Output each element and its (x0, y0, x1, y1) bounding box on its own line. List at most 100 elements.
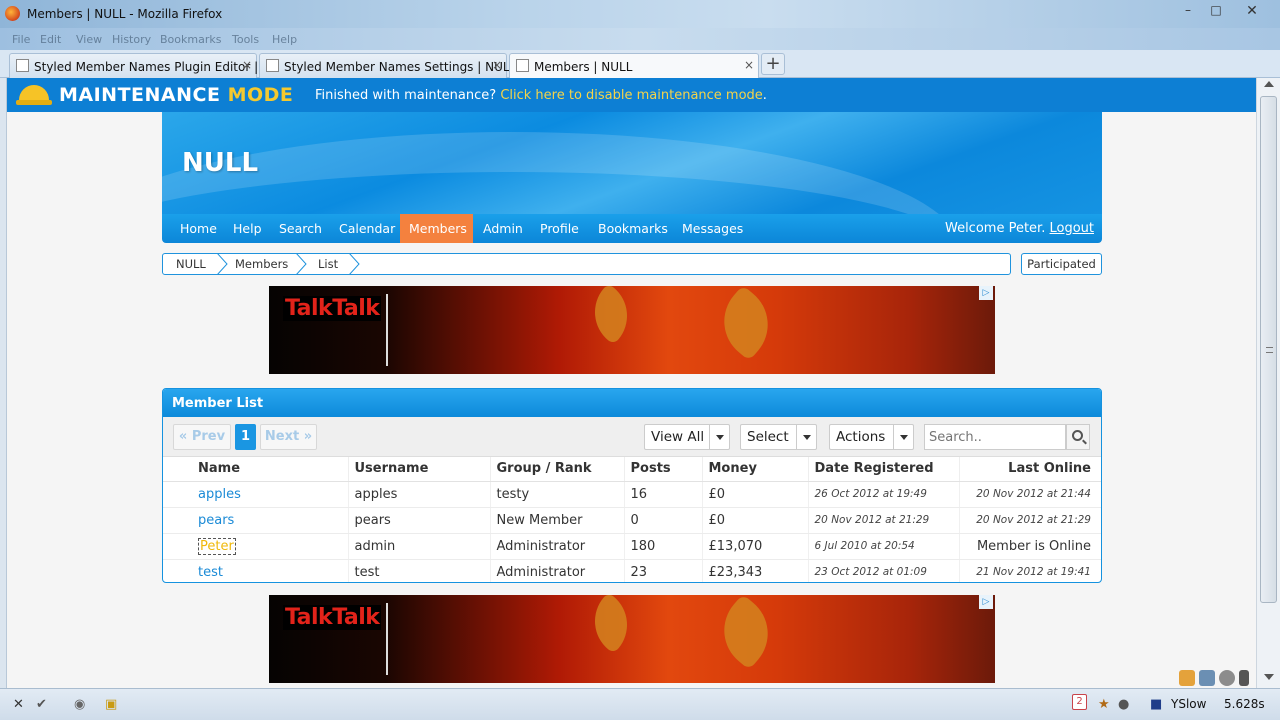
participated-button[interactable]: Participated (1021, 253, 1102, 275)
adchoices-icon[interactable]: ▷ (979, 286, 993, 300)
leaf-decoration (707, 595, 785, 671)
member-username: admin (348, 533, 491, 560)
nav-bookmarks[interactable]: Bookmarks (589, 214, 677, 243)
menu-file[interactable]: File (12, 33, 30, 46)
nav-help[interactable]: Help (224, 214, 271, 243)
header-decoration (162, 132, 962, 214)
column-header-date-registered[interactable]: Date Registered (808, 457, 960, 482)
page-viewport: NULL Home Help Search Calendar Members A… (7, 112, 1256, 688)
vertical-scrollbar[interactable] (1256, 78, 1280, 688)
prev-page-button[interactable]: « Prev (173, 424, 231, 450)
dropper-icon[interactable]: ✔ (36, 697, 47, 712)
chevron-down-icon (893, 425, 913, 449)
site-header: NULL (162, 112, 1102, 214)
adblock-icon[interactable]: ● (1118, 697, 1129, 712)
close-icon[interactable]: ✕ (13, 697, 24, 712)
tab-members[interactable]: Members | NULL × (509, 53, 759, 79)
tab-close-icon[interactable]: × (744, 58, 754, 72)
minimize-button[interactable]: – (1178, 3, 1198, 19)
member-date-registered: 23 Oct 2012 at 01:09 (808, 559, 960, 582)
member-group: testy (490, 481, 625, 508)
view-all-dropdown[interactable]: View All (644, 424, 730, 450)
close-window-button[interactable]: ✕ (1242, 3, 1262, 19)
nav-search[interactable]: Search (270, 214, 331, 243)
column-header-posts[interactable]: Posts (624, 457, 703, 482)
table-row: apples apples testy 16 £0 26 Oct 2012 at… (163, 481, 1101, 508)
tab-plugin-settings[interactable]: Styled Member Names Settings | NULL × (259, 53, 516, 78)
column-header-last-online[interactable]: Last Online (959, 457, 1101, 482)
advertisement-banner[interactable]: TalkTalk ▷ (269, 595, 995, 683)
nav-admin[interactable]: Admin (474, 214, 532, 243)
expand-arrow-icon[interactable] (1239, 670, 1249, 686)
adchoices-icon[interactable]: ▷ (979, 595, 993, 609)
nav-calendar[interactable]: Calendar (330, 214, 404, 243)
tab-plugin-editor[interactable]: Styled Member Names Plugin Editor |... × (9, 53, 270, 78)
breadcrumb-list[interactable]: List (318, 254, 338, 274)
breadcrumb-members[interactable]: Members (235, 254, 288, 274)
actions-label: Actions (836, 429, 886, 445)
select-label: Select (747, 429, 789, 445)
member-date-registered: 26 Oct 2012 at 19:49 (808, 481, 960, 508)
menu-help[interactable]: Help (272, 33, 297, 46)
column-header-username[interactable]: Username (348, 457, 491, 482)
site-logo[interactable]: NULL (182, 148, 258, 178)
ad-brand: TalkTalk (283, 605, 382, 630)
table-row: test test Administrator 23 £23,343 23 Oc… (163, 559, 1101, 582)
globe-icon[interactable]: ◉ (74, 697, 85, 712)
breadcrumb-null[interactable]: NULL (176, 254, 206, 274)
menu-bookmarks[interactable]: Bookmarks (160, 33, 221, 46)
tab-close-icon[interactable]: × (242, 58, 252, 72)
select-dropdown[interactable]: Select (740, 424, 817, 450)
notification-badge[interactable]: 2 (1072, 694, 1087, 710)
yslow-label[interactable]: YSlow (1171, 697, 1206, 711)
member-date-registered: 6 Jul 2010 at 20:54 (808, 533, 960, 560)
member-name-link-styled[interactable]: Peter (198, 537, 236, 555)
maintenance-bar: MAINTENANCE MODE Finished with maintenan… (7, 78, 1256, 112)
menu-history[interactable]: History (112, 33, 151, 46)
actions-dropdown[interactable]: Actions (829, 424, 914, 450)
menu-tools[interactable]: Tools (232, 33, 259, 46)
scroll-up-arrow-icon[interactable] (1264, 81, 1274, 87)
member-name-link[interactable]: apples (198, 487, 241, 502)
logout-link[interactable]: Logout (1049, 221, 1094, 236)
yslow-icon[interactable]: ■ (1150, 697, 1162, 712)
addon-icon[interactable] (1179, 670, 1195, 686)
search-button[interactable] (1066, 424, 1090, 450)
disable-maintenance-link[interactable]: Click here to disable maintenance mode (500, 88, 762, 103)
member-name-link[interactable]: test (198, 565, 223, 580)
nav-messages[interactable]: Messages (673, 214, 752, 243)
member-search-input[interactable] (924, 424, 1066, 450)
member-group: Administrator (490, 533, 625, 560)
breadcrumb-separator-icon (216, 253, 228, 275)
maximize-button[interactable]: □ (1206, 3, 1226, 19)
table-row: pears pears New Member 0 £0 20 Nov 2012 … (163, 507, 1101, 534)
window-titlebar: Members | NULL - Mozilla Firefox – □ ✕ (0, 0, 1280, 28)
gear-icon[interactable] (1219, 670, 1235, 686)
firebug-icon[interactable]: ▣ (105, 697, 117, 712)
scroll-down-arrow-icon[interactable] (1264, 674, 1274, 680)
tab-label: Styled Member Names Plugin Editor |... (34, 60, 270, 74)
column-header-group[interactable]: Group / Rank (490, 457, 625, 482)
tab-close-icon[interactable]: × (492, 58, 502, 72)
menu-view[interactable]: View (76, 33, 102, 46)
addon-status-icon[interactable]: ★ (1098, 697, 1110, 712)
addon-icon[interactable] (1199, 670, 1215, 686)
current-page-button[interactable]: 1 (235, 424, 256, 450)
column-header-money[interactable]: Money (702, 457, 809, 482)
maintenance-message: Finished with maintenance? Click here to… (315, 88, 767, 103)
scrollbar-thumb[interactable] (1260, 96, 1277, 603)
firefox-icon[interactable] (5, 6, 20, 21)
new-tab-button[interactable]: + (761, 53, 785, 75)
next-page-button[interactable]: Next » (260, 424, 317, 450)
member-name-link[interactable]: pears (198, 513, 234, 528)
nav-members[interactable]: Members (400, 214, 473, 243)
tab-strip: Styled Member Names Plugin Editor |... ×… (0, 50, 1280, 79)
maintenance-title: MAINTENANCE MODE (59, 84, 294, 106)
advertisement-banner[interactable]: TalkTalk ▷ (269, 286, 995, 374)
column-header-name[interactable]: Name (163, 457, 349, 482)
nav-profile[interactable]: Profile (531, 214, 588, 243)
ad-divider (386, 603, 388, 675)
menu-edit[interactable]: Edit (40, 33, 61, 46)
member-last-online: 21 Nov 2012 at 19:41 (959, 559, 1101, 582)
nav-home[interactable]: Home (171, 214, 226, 243)
